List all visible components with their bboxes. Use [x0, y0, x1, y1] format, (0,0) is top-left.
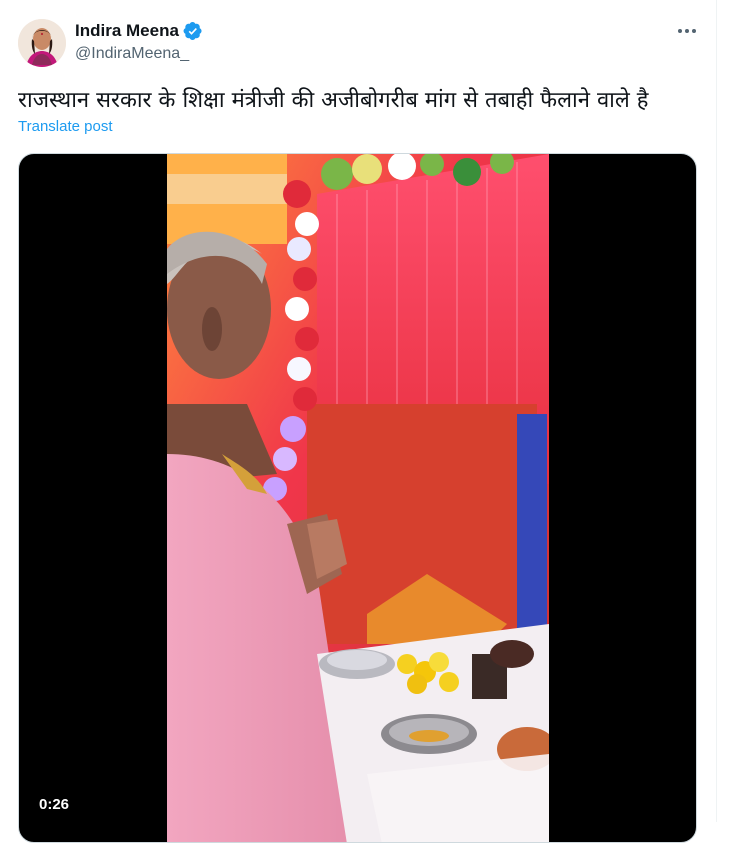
post-text: राजस्थान सरकार के शिक्षा मंत्रीजी की अजी…: [18, 88, 649, 113]
author-avatar[interactable]: [18, 19, 66, 67]
video-thumbnail: [167, 154, 549, 842]
author-display-name[interactable]: Indira Meena: [75, 21, 179, 41]
video-frame: [167, 154, 549, 842]
timeline-border: [716, 0, 717, 822]
avatar-image: [18, 19, 66, 67]
more-dot: [692, 29, 696, 33]
author-handle[interactable]: @IndiraMeena_: [75, 45, 189, 63]
translate-post-link[interactable]: Translate post: [18, 118, 113, 135]
verified-badge-icon[interactable]: [183, 21, 203, 41]
video-player[interactable]: 0:26: [18, 153, 697, 843]
more-options-icon[interactable]: [674, 18, 700, 44]
more-dot: [678, 29, 682, 33]
author-name-row: Indira Meena: [75, 20, 203, 42]
video-duration: 0:26: [39, 796, 70, 813]
more-dot: [685, 29, 689, 33]
